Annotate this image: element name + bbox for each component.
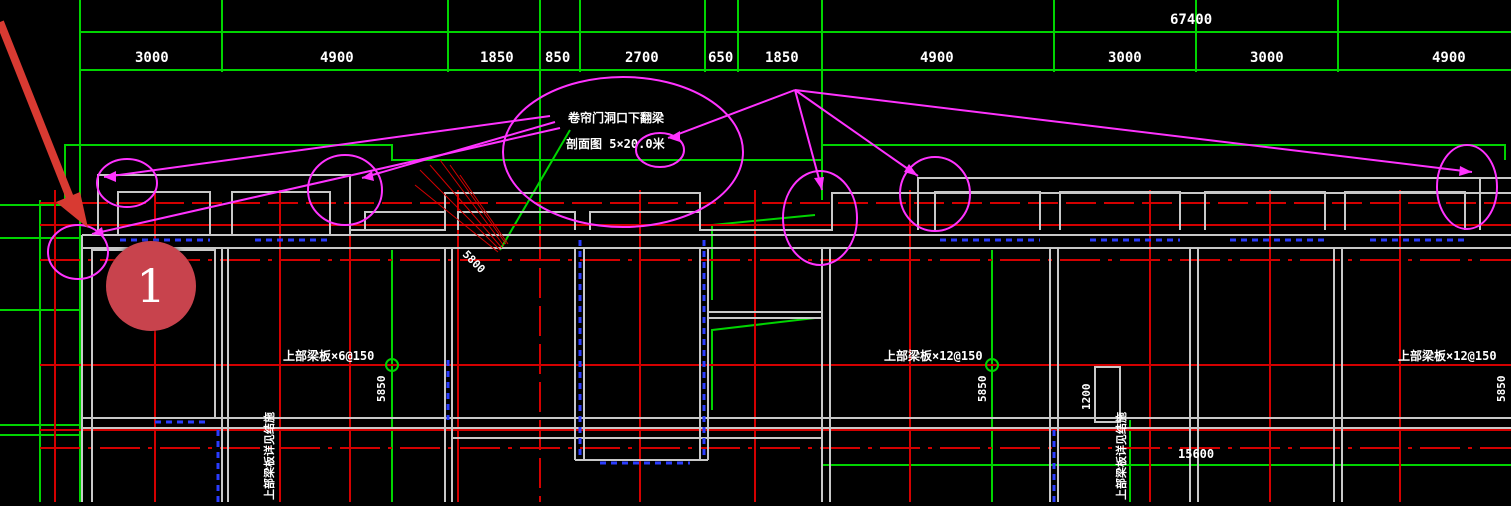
vertical-dim: 1200 [1080, 384, 1093, 411]
highlight-circle[interactable] [1436, 144, 1498, 230]
lower-dimension: 15600 [1178, 447, 1214, 461]
vertical-dim: 5850 [375, 376, 388, 403]
bottom-label: 上部梁板详见结施 [1114, 412, 1128, 500]
cad-drawing-viewport[interactable]: 67400 3000 4900 1850 850 2700 650 1850 4… [0, 0, 1511, 502]
dimension-text: 3000 [135, 50, 169, 66]
vertical-dim: 5850 [1495, 376, 1508, 403]
stair-label: 5800 [460, 248, 488, 276]
step-marker-badge: 1 [106, 241, 196, 331]
dimension-text: 3000 [1250, 50, 1284, 66]
dimension-text: 4900 [320, 50, 354, 66]
vertical-dim: 5850 [976, 376, 989, 403]
stair-lines [414, 159, 509, 253]
room-label: 上部梁板×12@150 [1398, 348, 1497, 363]
room-label: 上部梁板×6@150 [283, 348, 374, 363]
room-label: 上部梁板×12@150 [884, 348, 983, 363]
dimension-text: 2700 [625, 50, 659, 66]
dimension-text: 1850 [765, 50, 799, 66]
annotation-line-2: 剖面图 5×20.0米 [566, 136, 666, 151]
total-dimension: 67400 [1170, 12, 1212, 28]
pointer-arrow [0, 20, 88, 228]
step-number: 1 [136, 259, 166, 313]
dimension-text: 3000 [1108, 50, 1142, 66]
bottom-label: 上部梁板详见结施 [262, 412, 276, 500]
dimension-text: 4900 [1432, 50, 1466, 66]
annotation-arrows [91, 89, 1473, 235]
openings [120, 238, 1465, 502]
annotation-line-1: 卷帘门洞口下翻梁 [567, 110, 664, 125]
dimension-texts: 67400 3000 4900 1850 850 2700 650 1850 4… [135, 12, 1466, 66]
dimension-text: 850 [545, 50, 570, 66]
cad-canvas[interactable]: 67400 3000 4900 1850 850 2700 650 1850 4… [0, 0, 1511, 502]
highlight-circle[interactable] [307, 154, 383, 226]
highlight-circle[interactable] [96, 158, 158, 208]
dimension-text: 4900 [920, 50, 954, 66]
axis-lines [40, 190, 1511, 502]
dimension-text: 650 [708, 50, 733, 66]
dimension-text: 1850 [480, 50, 514, 66]
annotation-texts: 卷帘门洞口下翻梁 剖面图 5×20.0米 上部梁板×6@150 上部梁板×12@… [283, 110, 1497, 461]
